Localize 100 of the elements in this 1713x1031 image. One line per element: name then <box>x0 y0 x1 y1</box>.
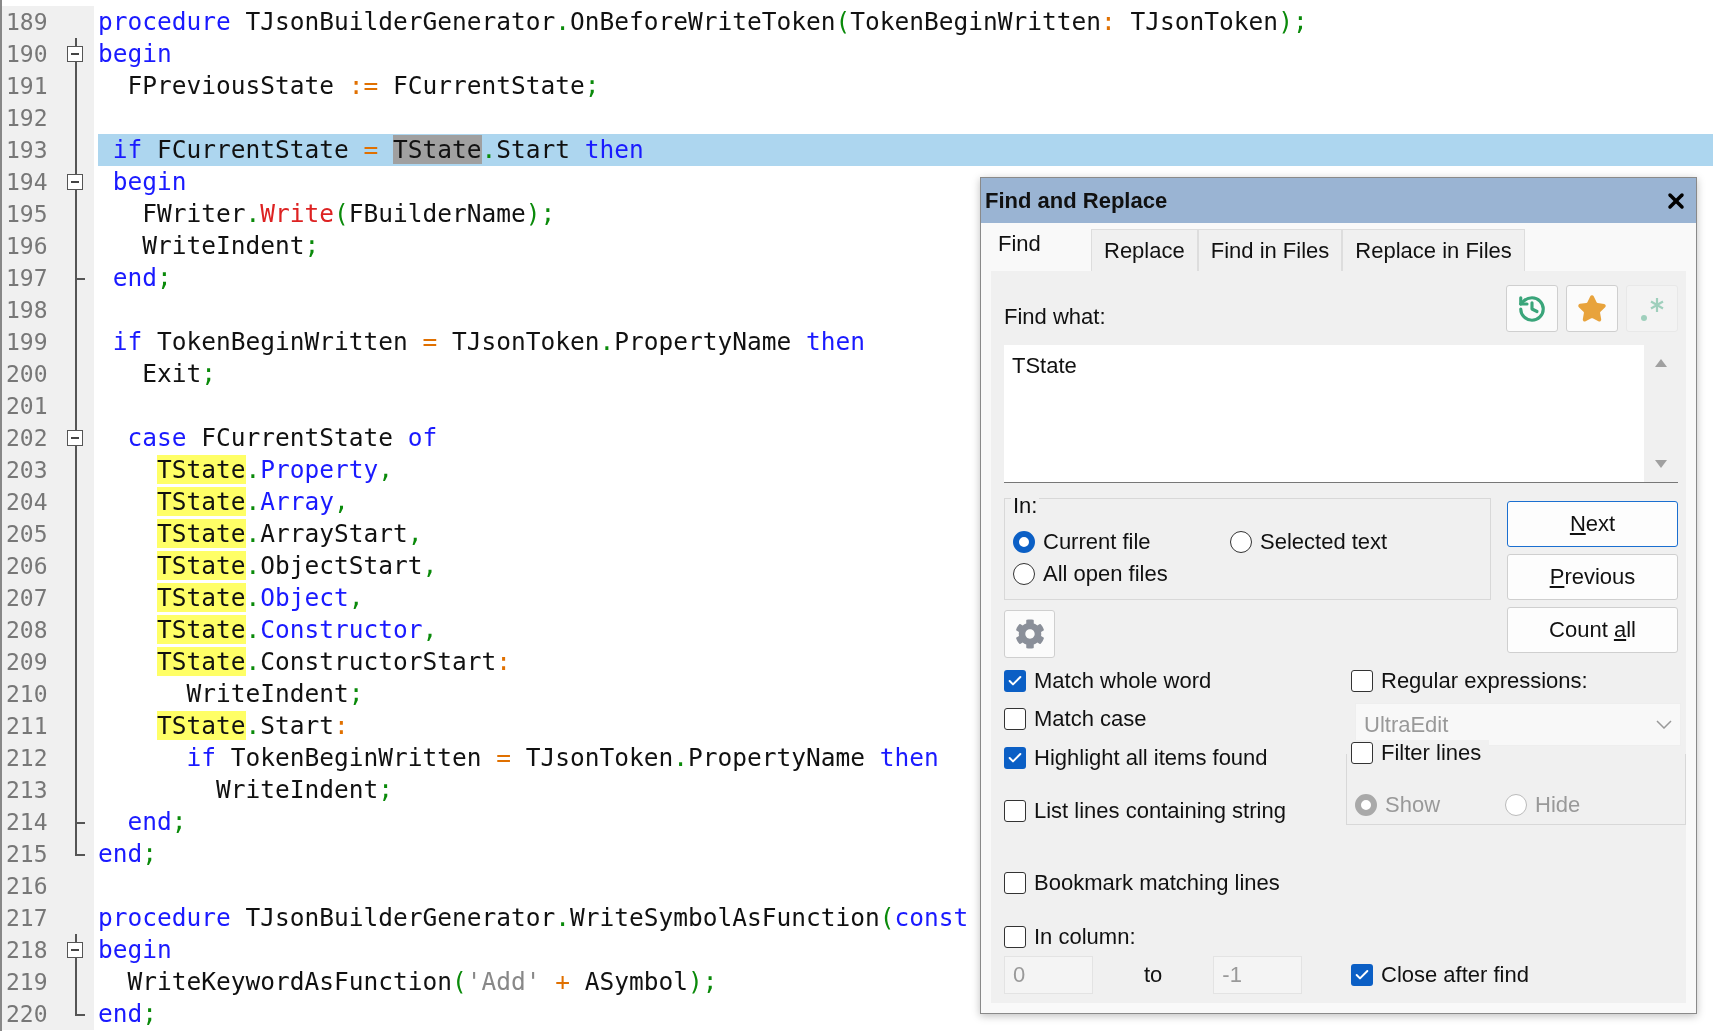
line-number: 215 <box>5 840 49 869</box>
checkbox-label: Match case <box>1034 706 1147 732</box>
line-number: 193 <box>5 136 49 165</box>
collapse-icon[interactable] <box>67 942 83 958</box>
line-number: 207 <box>5 584 49 613</box>
code-line: WriteKeywordAsFunction('Add' + ASymbol); <box>126 966 718 998</box>
code-line: WriteIndent; <box>185 678 364 710</box>
code-line: end; <box>98 998 158 1030</box>
checkbox-label: Close after find <box>1381 962 1529 988</box>
code-line: TState.ArrayStart, <box>156 518 423 550</box>
code-line: TState.Array, <box>156 486 349 518</box>
checkbox[interactable] <box>1351 670 1373 692</box>
line-number: 214 <box>5 808 49 837</box>
checkbox-label: Regular expressions: <box>1381 668 1588 694</box>
option-checkbox[interactable]: Match case <box>1004 700 1351 738</box>
code-line: TState.Constructor, <box>156 614 438 646</box>
line-number: 212 <box>5 744 49 773</box>
action-button[interactable]: Count all <box>1507 607 1678 653</box>
line-number: 202 <box>5 424 49 453</box>
tab[interactable]: Find in Files <box>1197 229 1343 271</box>
option-checkbox[interactable]: In column: <box>1004 921 1351 953</box>
tab[interactable]: Replace <box>1091 229 1198 271</box>
line-number: 219 <box>5 968 49 997</box>
code-line: TState.Property, <box>156 454 394 486</box>
line-number: 190 <box>5 40 49 69</box>
option-checkbox[interactable]: Highlight all items found <box>1004 738 1351 777</box>
radio-label: Hide <box>1535 792 1581 818</box>
option-checkbox[interactable]: Bookmark matching lines <box>1004 845 1351 921</box>
line-number: 189 <box>5 8 49 37</box>
line-number: 220 <box>5 1000 49 1029</box>
line-number: 192 <box>5 104 49 133</box>
checkbox[interactable] <box>1004 746 1026 769</box>
line-number: 191 <box>5 72 49 101</box>
chevron-down-icon <box>1656 720 1672 729</box>
line-number: 194 <box>5 168 49 197</box>
radio-button[interactable] <box>1505 794 1527 816</box>
option-checkbox[interactable]: Close after find <box>1351 953 1678 997</box>
action-button[interactable]: Previous <box>1507 554 1678 600</box>
code-line: WriteIndent; <box>215 774 394 806</box>
checkbox-label: Bookmark matching lines <box>1034 870 1280 896</box>
code-line: Exit; <box>141 358 217 390</box>
line-number: 203 <box>5 456 49 485</box>
code-line: case FCurrentState of <box>126 422 438 454</box>
tab[interactable]: Replace in Files <box>1342 229 1525 271</box>
checkbox[interactable] <box>1004 926 1026 948</box>
line-number: 196 <box>5 232 49 261</box>
code-line: WriteIndent; <box>141 230 320 262</box>
code-line: TState.Start: <box>156 710 349 742</box>
find-field[interactable]: TState <box>1004 345 1678 483</box>
line-number: 206 <box>5 552 49 581</box>
checkbox-label: List lines containing string <box>1034 798 1286 824</box>
line-number: 195 <box>5 200 49 229</box>
radio-button[interactable] <box>1355 794 1377 816</box>
line-number: 211 <box>5 712 49 741</box>
checkbox-label: Match whole word <box>1034 668 1212 694</box>
radio-button[interactable] <box>1013 563 1035 585</box>
radio-button[interactable] <box>1230 531 1252 553</box>
code-line: TState.Object, <box>156 582 364 614</box>
code-line: begin <box>111 166 187 198</box>
checkbox[interactable] <box>1004 800 1026 822</box>
line-number: 204 <box>5 488 49 517</box>
line-number: 199 <box>5 328 49 357</box>
option-checkbox[interactable]: Regular expressions: <box>1351 662 1678 700</box>
code-line: if TokenBeginWritten = TJsonToken.PropertyName then <box>111 326 866 358</box>
collapse-icon[interactable] <box>67 46 83 62</box>
line-number: 217 <box>5 904 49 933</box>
window-title: Find and Replace <box>985 187 1168 214</box>
radio-button[interactable] <box>1013 531 1035 553</box>
field-value: TState <box>1012 353 1077 379</box>
line-number: 200 <box>5 360 49 389</box>
checkbox[interactable] <box>1004 872 1026 894</box>
code-line: FWriter.Write(FBuilderName); <box>141 198 556 230</box>
line-number: 197 <box>5 264 49 293</box>
checkbox[interactable] <box>1351 964 1373 986</box>
line-number: 198 <box>5 296 49 325</box>
code-line: procedure TJsonBuilderGenerator.OnBeforeWriteToken(TokenBeginWritten: TJsonToken); <box>98 6 1308 38</box>
action-button[interactable]: Next <box>1507 501 1678 547</box>
code-line: begin <box>98 38 172 70</box>
code-line: TState.ConstructorStart: <box>156 646 512 678</box>
line-number: 209 <box>5 648 49 677</box>
line-number: 210 <box>5 680 49 709</box>
radio-label: All open files <box>1043 561 1168 587</box>
option-checkbox[interactable]: Filter lines <box>1351 740 1490 766</box>
code-line: end; <box>126 806 187 838</box>
checkbox[interactable] <box>1351 742 1373 764</box>
settings-icon[interactable] <box>1004 610 1055 658</box>
checkbox[interactable] <box>1004 708 1026 730</box>
checkbox[interactable] <box>1004 670 1026 692</box>
checkbox-label: Highlight all items found <box>1034 744 1268 771</box>
radio-label: Current file <box>1043 529 1151 555</box>
option-checkbox[interactable]: List lines containing string <box>1004 777 1351 845</box>
collapse-icon[interactable] <box>67 430 83 446</box>
radio-label: Show <box>1385 792 1441 818</box>
history-icon[interactable] <box>1506 285 1558 332</box>
field-label: Find what: <box>1004 304 1106 331</box>
line-number: 213 <box>5 776 49 805</box>
collapse-icon[interactable] <box>67 174 83 190</box>
line-number: 205 <box>5 520 49 549</box>
line-number: 201 <box>5 392 49 421</box>
option-checkbox[interactable]: Match whole word <box>1004 662 1351 700</box>
